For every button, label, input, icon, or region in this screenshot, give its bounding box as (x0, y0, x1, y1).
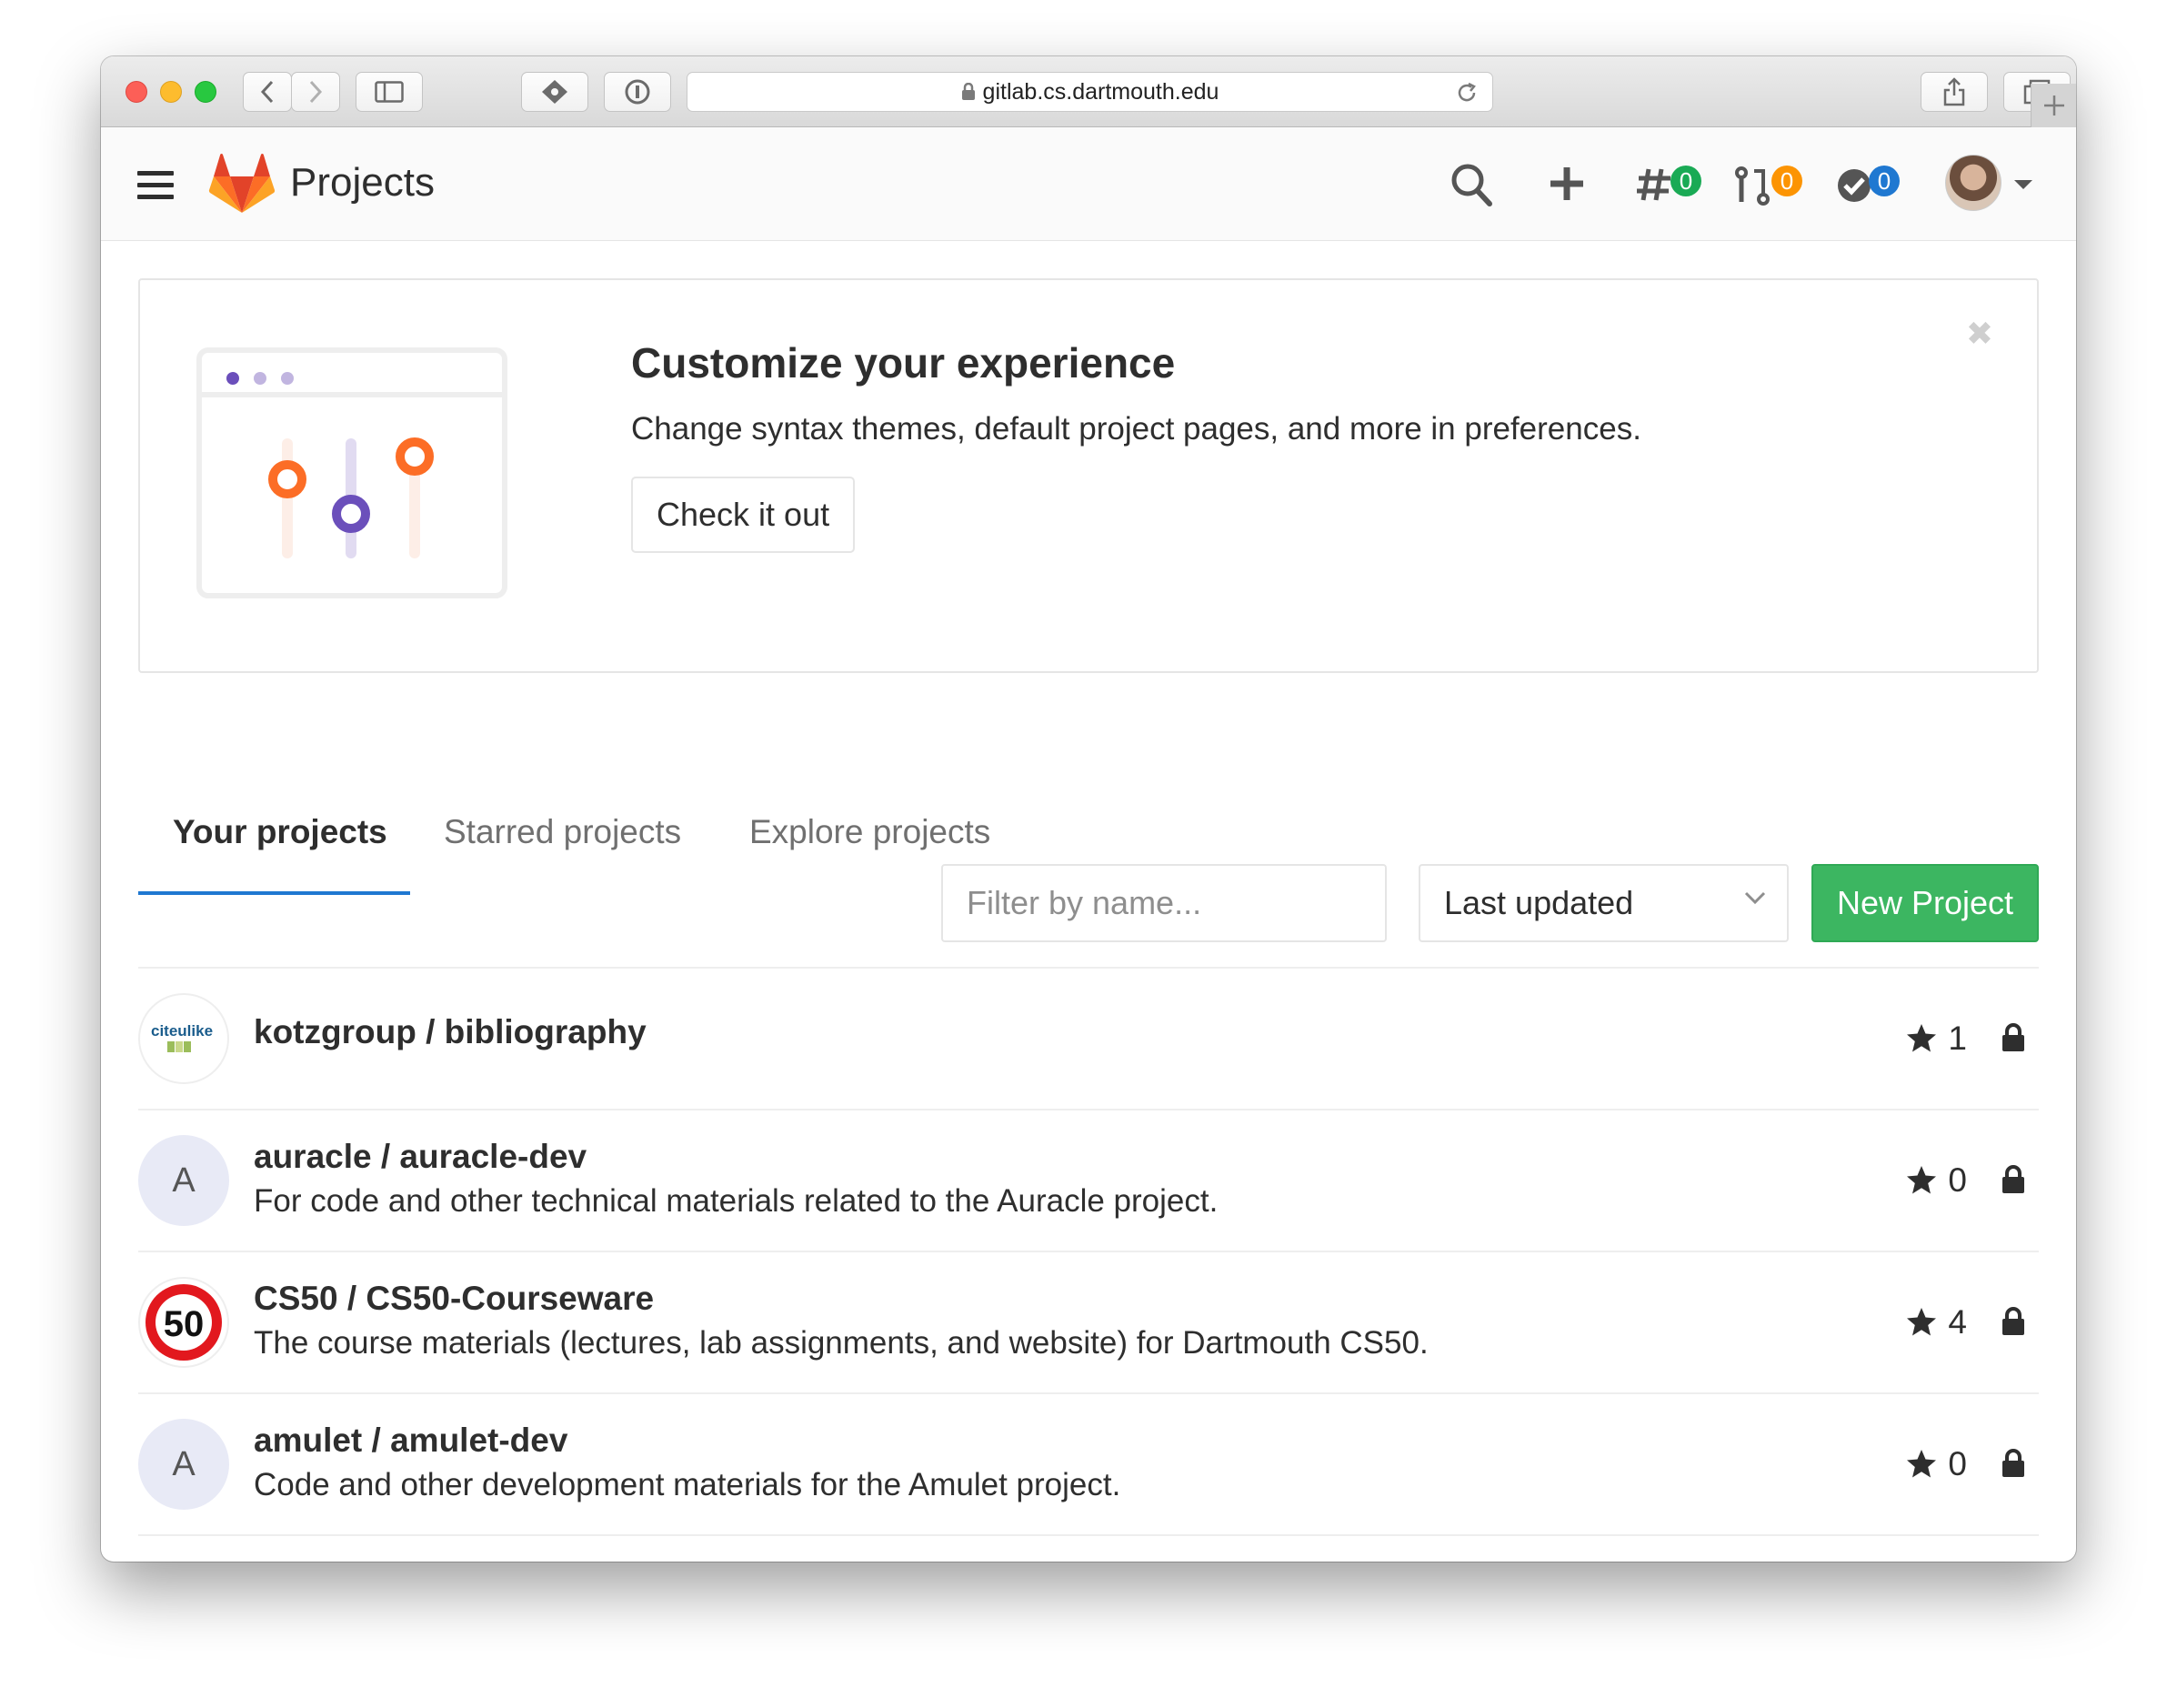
close-icon[interactable]: ✖ (1966, 315, 1993, 353)
address-bar[interactable]: gitlab.cs.dartmouth.edu (687, 72, 1493, 112)
new-project-button[interactable]: New Project (1811, 864, 2039, 942)
password-manager-button[interactable] (604, 72, 671, 112)
star-icon (1907, 1308, 1936, 1336)
active-tab-indicator (138, 891, 410, 895)
project-avatar[interactable]: 50 (138, 1277, 229, 1368)
star-count: 0 (1948, 1161, 1967, 1199)
callout-title: Customize your experience (631, 339, 1176, 387)
gitlab-navbar: Projects 0 0 0 (101, 127, 2076, 241)
lock-icon (2002, 1307, 2024, 1335)
lock-icon (2002, 1165, 2024, 1193)
star-count: 1 (1948, 1020, 1967, 1057)
merge-request-icon[interactable] (1734, 166, 1774, 206)
tab-your-projects[interactable]: Your projects (173, 813, 387, 851)
todos-icon[interactable] (1836, 167, 1872, 204)
citeulike-logo-icon: citeulike (151, 1022, 213, 1052)
project-description: For code and other technical materials r… (254, 1183, 1219, 1219)
url-text: gitlab.cs.dartmouth.edu (982, 78, 1219, 105)
star-count: 4 (1948, 1303, 1967, 1341)
tag-icon (542, 80, 567, 104)
project-row[interactable]: A amulet / amulet-dev Code and other dev… (138, 1394, 2039, 1536)
page-title: Projects (290, 160, 435, 205)
star-icon (1907, 1166, 1936, 1194)
plus-icon (2043, 95, 2064, 116)
project-name-link[interactable]: kotzgroup / bibliography (254, 1013, 647, 1051)
caret-down-icon[interactable] (2014, 180, 2032, 189)
issues-count-badge: 0 (1670, 166, 1701, 196)
svg-text:citeulike: citeulike (151, 1022, 213, 1040)
user-avatar[interactable] (1945, 155, 2001, 211)
new-tab-button[interactable] (2031, 84, 2076, 127)
todos-count-badge: 0 (1869, 166, 1900, 196)
zoom-window-button[interactable] (195, 81, 216, 103)
project-name-link[interactable]: amulet / amulet-dev (254, 1422, 567, 1460)
project-row[interactable]: citeulike kotzgroup / bibliography 1 (138, 969, 2039, 1110)
chevron-left-icon (260, 80, 274, 104)
check-it-out-button[interactable]: Check it out (631, 477, 856, 553)
project-description: The course materials (lectures, lab assi… (254, 1325, 1429, 1361)
share-icon (1943, 77, 1965, 106)
tab-starred-projects[interactable]: Starred projects (444, 813, 681, 851)
project-avatar[interactable]: A (138, 1135, 229, 1226)
forward-button[interactable] (291, 72, 340, 112)
sort-dropdown[interactable]: Last updated (1419, 864, 1789, 942)
sidebar-icon (375, 81, 404, 103)
lock-icon (961, 83, 975, 100)
lock-icon (2002, 1449, 2024, 1477)
browser-toolbar: gitlab.cs.dartmouth.edu (101, 56, 2076, 127)
sidebar-toggle-button[interactable] (356, 72, 423, 112)
project-row[interactable]: 50 CS50 / CS50-Courseware The course mat… (138, 1252, 2039, 1394)
chevron-right-icon (309, 80, 323, 104)
star-icon (1907, 1450, 1936, 1478)
project-description: Code and other development materials for… (254, 1467, 1121, 1502)
lock-icon (2002, 1023, 2024, 1051)
project-name-link[interactable]: CS50 / CS50-Courseware (254, 1280, 654, 1318)
project-avatar[interactable]: A (138, 1419, 229, 1510)
browser-window: gitlab.cs.dartmouth.edu Projects 0 0 0 ✖… (101, 56, 2076, 1562)
back-button[interactable] (243, 72, 292, 112)
gitlab-logo-icon[interactable] (208, 153, 276, 215)
close-window-button[interactable] (125, 81, 147, 103)
chevron-down-icon (1744, 891, 1766, 905)
callout-text: Change syntax themes, default project pa… (631, 411, 1641, 447)
tab-explore-projects[interactable]: Explore projects (749, 813, 990, 851)
extension-button[interactable] (521, 72, 588, 112)
project-row[interactable]: A auracle / auracle-dev For code and oth… (138, 1110, 2039, 1252)
hamburger-menu-icon[interactable] (137, 171, 174, 206)
preferences-illustration (196, 347, 507, 598)
speed-limit-sign-icon: 50 (145, 1284, 222, 1361)
minimize-window-button[interactable] (160, 81, 182, 103)
issues-icon[interactable] (1636, 167, 1672, 202)
avatar-text: 50 (164, 1304, 205, 1344)
star-count: 0 (1948, 1445, 1967, 1482)
share-button[interactable] (1921, 72, 1988, 112)
star-icon (1907, 1024, 1936, 1052)
project-name-link[interactable]: auracle / auracle-dev (254, 1138, 587, 1176)
sort-dropdown-value: Last updated (1444, 884, 1634, 921)
customize-callout: ✖ Customize your experience Change synta… (138, 278, 2039, 673)
project-avatar[interactable]: citeulike (138, 993, 229, 1084)
reload-icon[interactable] (1454, 80, 1480, 105)
merge-requests-count-badge: 0 (1771, 166, 1802, 196)
info-circle-icon (625, 79, 650, 105)
search-icon[interactable] (1450, 162, 1493, 207)
filter-by-name-input[interactable]: Filter by name... (941, 864, 1387, 942)
plus-icon[interactable] (1549, 166, 1585, 202)
